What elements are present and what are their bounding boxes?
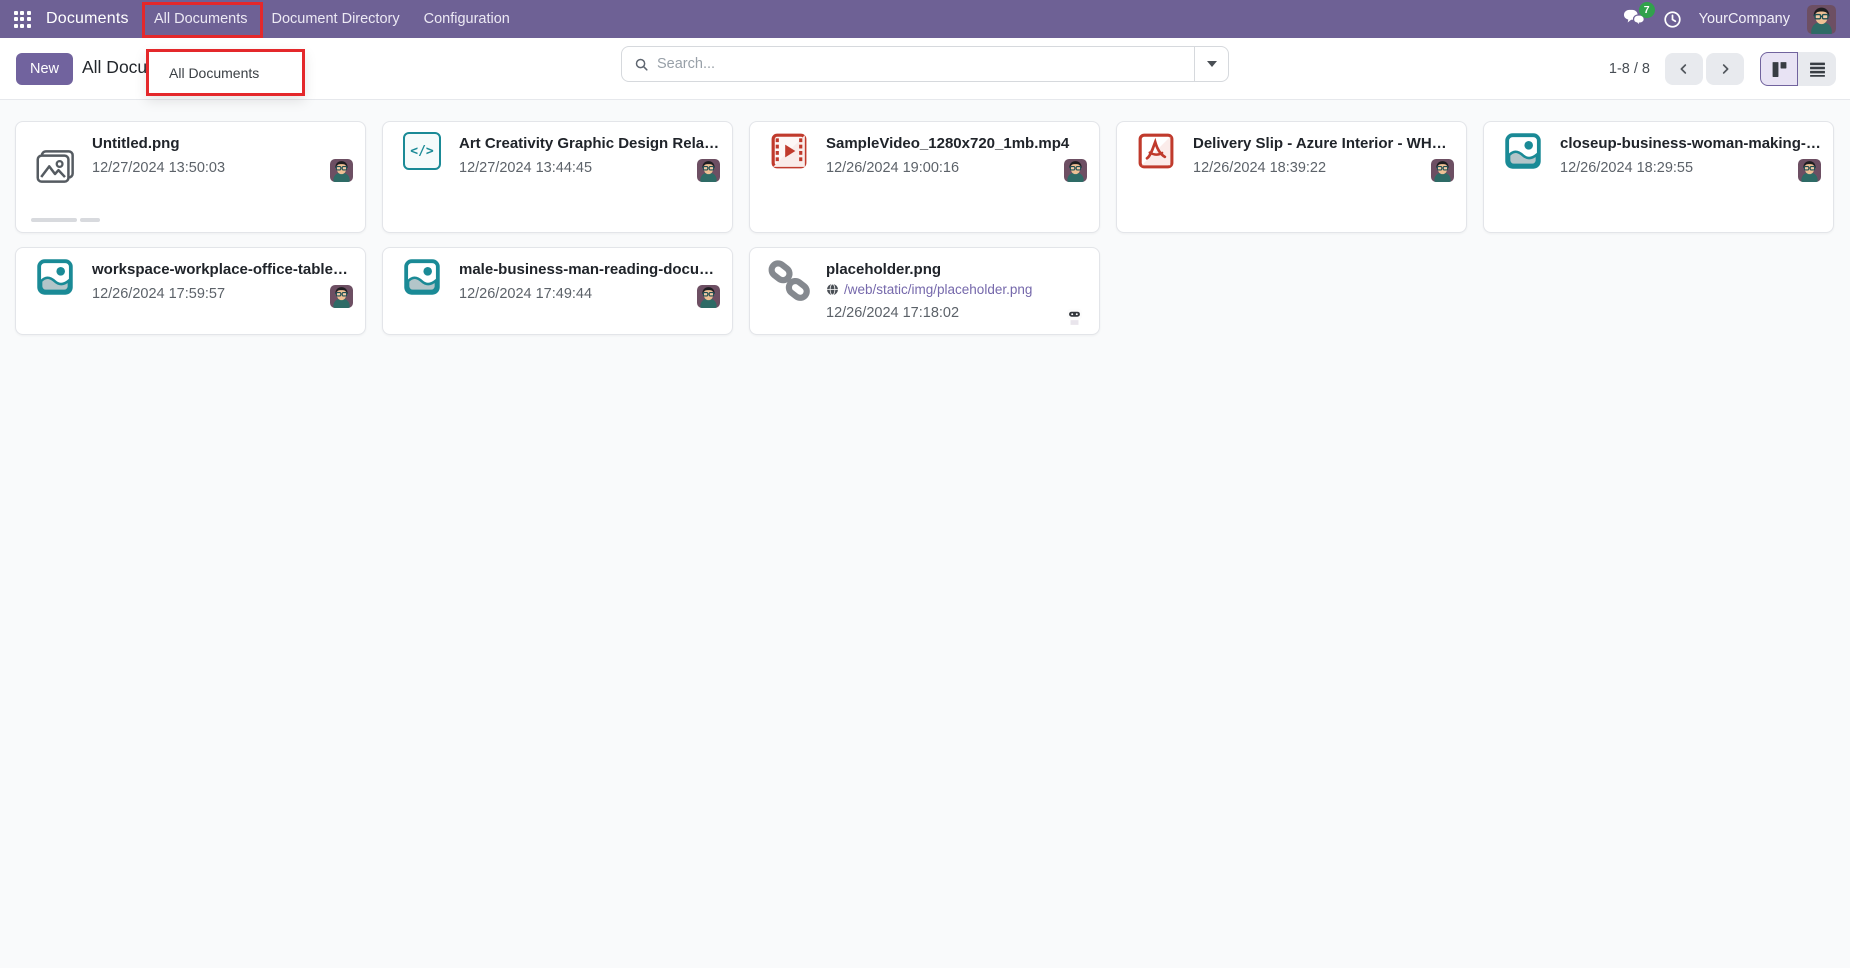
search-icon xyxy=(634,57,649,72)
document-date: 12/26/2024 18:29:55 xyxy=(1560,160,1694,176)
messages-count-badge: 7 xyxy=(1638,2,1655,18)
document-card[interactable]: SampleVideo_1280x720_1mb.mp4 12/26/2024 1… xyxy=(749,121,1100,233)
dropdown-item-all-documents[interactable]: All Documents xyxy=(149,65,302,81)
owner-avatar-user xyxy=(697,159,720,182)
pdf-icon xyxy=(1132,132,1180,180)
thumbnail-caption xyxy=(31,218,100,222)
document-date: 12/26/2024 17:59:57 xyxy=(92,286,226,302)
globe-icon xyxy=(827,283,838,296)
menu-all-documents[interactable]: All Documents xyxy=(142,0,259,38)
document-card[interactable]: </> Art Creativity Graphic Design Rela… 12… xyxy=(382,121,733,233)
messages-icon[interactable]: 7 xyxy=(1622,2,1655,30)
app-menu: All Documents Document Directory Configu… xyxy=(142,0,522,38)
company-name[interactable]: YourCompany xyxy=(1699,11,1790,27)
document-date: 12/26/2024 18:39:22 xyxy=(1193,160,1327,176)
documents-kanban-grid: Untitled.png 12/27/2024 13:50:03 </> Art C… xyxy=(0,100,1850,356)
document-date: 12/27/2024 13:50:03 xyxy=(92,160,226,176)
pager-previous-button[interactable] xyxy=(1665,53,1703,85)
owner-avatar-user xyxy=(330,285,353,308)
owner-avatar-user xyxy=(330,159,353,182)
document-date: 12/26/2024 17:49:44 xyxy=(459,286,593,302)
image-icon xyxy=(31,258,79,306)
document-date: 12/26/2024 17:18:02 xyxy=(826,305,960,321)
view-switcher xyxy=(1760,52,1836,86)
owner-avatar-user xyxy=(1431,159,1454,182)
pager-range: 1-8 / 8 xyxy=(1608,61,1650,77)
link-icon xyxy=(765,258,813,306)
control-panel: New All Documents All Documents 1-8 / 8 xyxy=(0,38,1850,100)
image-preview-icon xyxy=(31,146,79,194)
user-avatar[interactable] xyxy=(1807,4,1836,34)
activities-clock-icon[interactable] xyxy=(1663,10,1682,29)
search-bar xyxy=(621,46,1229,82)
chevron-right-icon xyxy=(1722,64,1729,74)
search-options-toggle[interactable] xyxy=(1194,47,1228,81)
search-input[interactable] xyxy=(655,55,1194,73)
document-card[interactable]: Delivery Slip - Azure Interior - WH… 12/2… xyxy=(1116,121,1467,233)
apps-menu-icon[interactable] xyxy=(0,0,44,38)
chevron-down-icon xyxy=(1206,61,1217,67)
document-card[interactable]: placeholder.png /web/static/img/placehol… xyxy=(749,247,1100,335)
all-documents-dropdown: All Documents xyxy=(146,49,305,96)
document-date: 12/27/2024 13:44:45 xyxy=(459,160,593,176)
image-icon xyxy=(1499,132,1547,180)
owner-avatar-user xyxy=(1064,159,1087,182)
list-icon xyxy=(1809,62,1825,77)
list-view-button[interactable] xyxy=(1798,52,1836,86)
document-link[interactable]: /web/static/img/placeholder.png xyxy=(844,282,1032,297)
menu-configuration[interactable]: Configuration xyxy=(412,0,522,38)
top-navbar: Documents All Documents Document Directo… xyxy=(0,0,1850,38)
document-card[interactable]: male-business-man-reading-docu… 12/26/202… xyxy=(382,247,733,335)
code-icon: </> xyxy=(398,132,446,180)
image-icon xyxy=(398,258,446,306)
owner-avatar-bot xyxy=(1062,302,1087,327)
owner-avatar-user xyxy=(697,285,720,308)
document-date: 12/26/2024 19:00:16 xyxy=(826,160,960,176)
document-url-row: /web/static/img/placeholder.png xyxy=(826,282,1032,297)
kanban-view-button[interactable] xyxy=(1760,52,1798,86)
document-card[interactable]: Untitled.png 12/27/2024 13:50:03 xyxy=(15,121,366,233)
owner-avatar-user xyxy=(1798,159,1821,182)
pager-next-button[interactable] xyxy=(1706,53,1744,85)
document-card[interactable]: closeup-business-woman-making-… 12/26/202… xyxy=(1483,121,1834,233)
video-icon xyxy=(765,132,813,180)
kanban-icon xyxy=(1772,61,1786,77)
menu-document-directory[interactable]: Document Directory xyxy=(259,0,411,38)
app-title: Documents xyxy=(46,10,129,27)
document-card[interactable]: workspace-workplace-office-table… 12/26/2… xyxy=(15,247,366,335)
new-button[interactable]: New xyxy=(16,53,74,85)
chevron-left-icon xyxy=(1680,64,1687,74)
